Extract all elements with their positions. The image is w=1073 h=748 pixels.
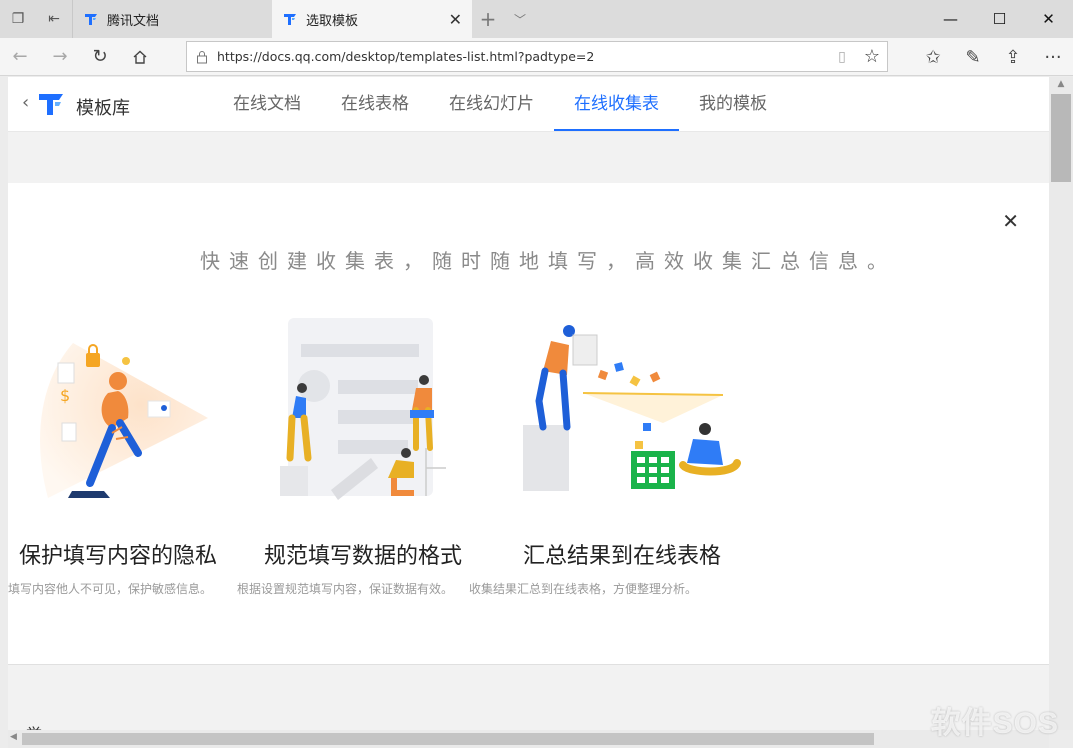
home-icon[interactable]: [120, 38, 160, 76]
feature-title-privacy: 保护填写内容的隐私: [19, 544, 218, 569]
template-category-tabs: 在线文档 在线表格 在线幻灯片 在线收集表 我的模板: [213, 77, 787, 132]
tencent-docs-favicon-icon: [83, 11, 99, 27]
brand-title[interactable]: 模板库: [76, 94, 130, 120]
browser-tab-bar: ❐ ⇤ 腾讯文档 选取模板 ✕ + ﹀ — ☐ ✕: [0, 0, 1073, 38]
close-icon[interactable]: ✕: [1002, 209, 1019, 233]
header-spacer: [8, 132, 1049, 183]
forms-intro-card: ✕ 快速创建收集表，随时随地填写，高效收集汇总信息。 $ 保护填写内容的隐私 规…: [8, 183, 1049, 665]
new-tab-icon[interactable]: +: [472, 0, 504, 38]
back-chevron-icon[interactable]: ‹: [22, 92, 29, 113]
tab-list-chevron-icon[interactable]: ﹀: [504, 0, 536, 38]
format-illustration: [280, 318, 446, 500]
tencent-docs-favicon-icon: [282, 11, 298, 27]
tab-aside-icon[interactable]: ⇤: [36, 0, 72, 38]
browser-toolbar: ← → ↻ https://docs.qq.com/desktop/templa…: [0, 38, 1073, 76]
horizontal-scroll-thumb[interactable]: [22, 733, 874, 745]
close-window-icon[interactable]: ✕: [1024, 0, 1073, 38]
tab-title: 选取模板: [306, 13, 359, 29]
scroll-up-arrow-icon[interactable]: ▲: [1049, 79, 1073, 89]
minimize-icon[interactable]: —: [926, 0, 975, 38]
share-icon[interactable]: ⇪: [993, 38, 1033, 76]
address-bar[interactable]: https://docs.qq.com/desktop/templates-li…: [186, 41, 888, 72]
browser-tab-active[interactable]: 选取模板 ✕: [272, 0, 472, 38]
more-menu-icon[interactable]: ···: [1033, 38, 1073, 76]
refresh-icon[interactable]: ↻: [80, 38, 120, 76]
feature-title-summary: 汇总结果到在线表格: [523, 544, 722, 569]
tab-online-slides[interactable]: 在线幻灯片: [429, 77, 554, 132]
feature-title-format: 规范填写数据的格式: [264, 544, 463, 569]
template-list-area: 举一: [8, 665, 1049, 744]
svg-text:$: $: [60, 386, 70, 405]
intro-text: 快速创建收集表，随时随地填写，高效收集汇总信息。: [200, 249, 896, 273]
tab-online-forms[interactable]: 在线收集表: [554, 77, 679, 132]
tencent-docs-logo-icon[interactable]: [38, 92, 64, 116]
feature-desc-summary: 收集结果汇总到在线表格，方便整理分析。: [469, 582, 698, 596]
close-tab-icon[interactable]: ✕: [449, 10, 462, 29]
window-controls: — ☐ ✕: [926, 0, 1073, 38]
lock-icon: [187, 50, 217, 64]
summary-illustration: [523, 325, 741, 491]
privacy-illustration: $: [40, 343, 209, 498]
forward-arrow-icon[interactable]: →: [40, 38, 80, 76]
favorite-star-icon[interactable]: ☆: [857, 46, 887, 67]
watermark: 软件SOS: [930, 707, 1059, 740]
scroll-left-arrow-icon[interactable]: ◀: [10, 732, 17, 742]
pen-note-icon[interactable]: ✎: [953, 38, 993, 76]
horizontal-scrollbar[interactable]: ◀: [8, 730, 1049, 748]
browser-tab[interactable]: 腾讯文档: [72, 0, 272, 38]
reading-view-icon[interactable]: ▯: [827, 49, 857, 65]
tab-online-docs[interactable]: 在线文档: [213, 77, 321, 132]
vertical-scroll-thumb[interactable]: [1051, 94, 1071, 182]
vertical-scrollbar[interactable]: ▲: [1049, 77, 1073, 730]
favorites-list-icon[interactable]: ✩: [913, 38, 953, 76]
back-arrow-icon[interactable]: ←: [0, 38, 40, 76]
tab-title: 腾讯文档: [107, 13, 160, 29]
tab-my-templates[interactable]: 我的模板: [679, 77, 787, 132]
page-header: ‹ 模板库 在线文档 在线表格 在线幻灯片 在线收集表 我的模板: [8, 77, 1049, 132]
feature-desc-privacy: 填写内容他人不可见，保护敏感信息。: [8, 582, 213, 596]
tab-stack-icon[interactable]: ❐: [0, 0, 36, 38]
toolbar-right: ✩ ✎ ⇪ ···: [913, 38, 1073, 76]
feature-desc-format: 根据设置规范填写内容，保证数据有效。: [237, 582, 454, 596]
maximize-icon[interactable]: ☐: [975, 0, 1024, 38]
url-text: https://docs.qq.com/desktop/templates-li…: [217, 49, 595, 64]
tab-online-sheets[interactable]: 在线表格: [321, 77, 429, 132]
